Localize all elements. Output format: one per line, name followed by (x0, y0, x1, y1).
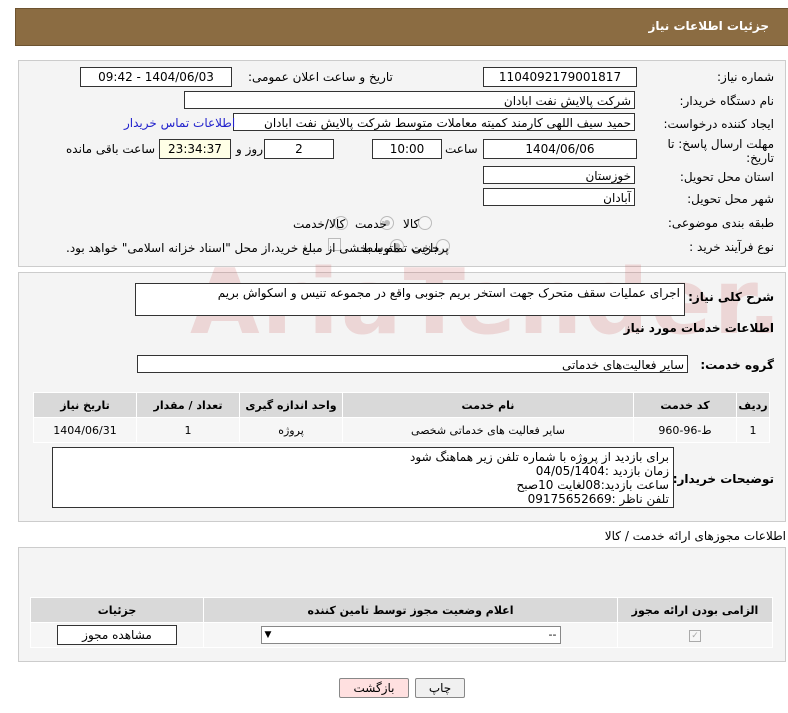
days-field: 2 (264, 139, 334, 159)
col-details: جزئیات (30, 597, 204, 623)
table-header-row: ردیف کد خدمت نام خدمت واحد اندازه گیری ت… (33, 392, 770, 418)
table-row: 1 ط-96-960 سایر فعالیت های خدماتی شخصی پ… (33, 417, 770, 443)
category-option-goods-service: کالا/خدمت (293, 217, 346, 231)
chevron-down-icon: ▼ (264, 630, 272, 640)
col-row: ردیف (736, 392, 770, 418)
cell-date: 1404/06/31 (33, 417, 137, 443)
need-number-field: 1104092179001817 (483, 67, 637, 87)
status-select[interactable]: ▼ -- (260, 626, 561, 644)
col-date: تاریخ نیاز (33, 392, 137, 418)
category-option-service: خدمت (355, 217, 387, 231)
col-name: نام خدمت (342, 392, 634, 418)
page-header: جزئیات اطلاعات نیاز (15, 8, 788, 46)
cell-unit: پروژه (239, 417, 343, 443)
cell-details: مشاهده مجوز (30, 622, 204, 648)
service-group-label: گروه خدمت: (700, 358, 774, 372)
service-group-field: سایر فعالیت‌های خدماتی (137, 355, 688, 373)
services-table: ردیف کد خدمت نام خدمت واحد اندازه گیری ت… (33, 392, 770, 443)
days-label: روز و (236, 142, 263, 156)
status-select-value: -- (548, 628, 557, 641)
buyer-field: شرکت پالایش نفت ابادان (184, 91, 635, 109)
city-field: آبادان (483, 188, 635, 206)
province-label: استان محل تحویل: (679, 170, 774, 184)
description-label: شرح کلی نیاز: (688, 290, 774, 304)
buyer-label: نام دستگاه خریدار: (679, 94, 775, 108)
announce-field: 1404/06/03 - 09:42 (80, 67, 232, 87)
col-required: الزامی بودن ارائه مجوز (617, 597, 773, 623)
city-label: شهر محل تحویل: (687, 192, 774, 206)
province-field: خوزستان (483, 166, 635, 184)
view-permit-button[interactable]: مشاهده مجوز (57, 625, 177, 645)
print-button[interactable]: چاپ (415, 678, 465, 698)
buyer-contact-link[interactable]: اطلاعات تماس خریدار (124, 116, 235, 130)
cell-name: سایر فعالیت های خدماتی شخصی (342, 417, 634, 443)
category-label: طبقه بندی موضوعی: (667, 216, 774, 230)
time-label: ساعت (445, 142, 478, 156)
cell-code: ط-96-960 (633, 417, 737, 443)
deadline-date-field: 1404/06/06 (483, 139, 637, 159)
cell-status: ▼ -- (203, 622, 618, 648)
cell-qty: 1 (136, 417, 240, 443)
col-code: کد خدمت (633, 392, 737, 418)
need-number-label: شماره نیاز: (717, 70, 774, 84)
deadline-time-field: 10:00 (372, 139, 442, 159)
cell-required: ✓ (617, 622, 773, 648)
col-unit: واحد اندازه گیری (239, 392, 343, 418)
services-title: اطلاعات خدمات مورد نیاز (623, 321, 774, 335)
buyer-notes-textarea[interactable]: برای بازدید از پروژه با شماره تلفن زیر ه… (52, 447, 674, 508)
creator-label: ایجاد کننده درخواست: (663, 117, 774, 131)
deadline-label: مهلت ارسال پاسخ: تا تاریخ: (667, 137, 774, 165)
cell-row: 1 (736, 417, 770, 443)
category-radio-goods[interactable] (418, 216, 432, 230)
permits-header-row: الزامی بودن ارائه مجوز اعلام وضعیت مجوز … (30, 597, 773, 623)
required-checkbox[interactable]: ✓ (689, 630, 701, 642)
remaining-time-field: 23:34:37 (159, 139, 231, 159)
col-qty: تعداد / مقدار (136, 392, 240, 418)
permits-table: الزامی بودن ارائه مجوز اعلام وضعیت مجوز … (30, 597, 773, 648)
table-row: ✓ ▼ -- مشاهده مجوز (30, 622, 773, 648)
permits-title: اطلاعات مجوزهای ارائه خدمت / کالا (604, 529, 786, 543)
page-title: جزئیات اطلاعات نیاز (648, 19, 769, 33)
back-button[interactable]: بازگشت (339, 678, 409, 698)
col-status: اعلام وضعیت مجوز توسط تامین کننده (203, 597, 618, 623)
creator-field: حمید سیف اللهی کارمند کمیته معاملات متوس… (233, 113, 635, 131)
category-option-goods: کالا (403, 217, 420, 231)
buyer-notes-label: توضیحات خریدار: (672, 472, 774, 486)
remaining-label: ساعت باقی مانده (66, 142, 156, 156)
description-textarea[interactable]: اجرای عملیات سقف متحرک جهت استخر بریم جن… (135, 283, 685, 316)
announce-label: تاریخ و ساعت اعلان عمومی: (248, 70, 393, 84)
